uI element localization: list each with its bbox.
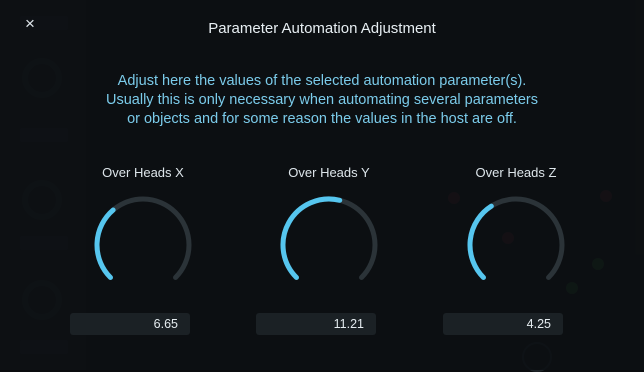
dialog-description: Adjust here the values of the selected a… — [60, 72, 584, 129]
description-line: Adjust here the values of the selected a… — [117, 73, 527, 89]
over-heads-x-value-field[interactable]: 6.65 — [70, 313, 190, 335]
dialog-title: Parameter Automation Adjustment — [208, 20, 436, 37]
description-line: or objects and for some reason the value… — [127, 111, 517, 127]
over-heads-x-knob[interactable] — [88, 190, 198, 300]
description-line: Usually this is only necessary when auto… — [106, 92, 538, 108]
knob-label: Over Heads Z — [475, 165, 557, 180]
knob-group-over-heads-y: Over Heads Y 11.21 — [249, 164, 409, 335]
dialog-title-bar: × Parameter Automation Adjustment — [0, 0, 644, 52]
parameter-automation-dialog: × Parameter Automation Adjustment Adjust… — [0, 0, 644, 370]
knob-label: Over Heads X — [102, 165, 184, 180]
knob-value-arc — [467, 203, 494, 281]
knob-value-arc — [94, 207, 116, 281]
knob-group-over-heads-x: Over Heads X 6.65 — [63, 164, 223, 335]
over-heads-z-value-field[interactable]: 4.25 — [443, 313, 563, 335]
over-heads-y-knob[interactable] — [274, 190, 384, 300]
knob-label: Over Heads Y — [288, 165, 370, 180]
over-heads-y-value-field[interactable]: 11.21 — [256, 313, 376, 335]
over-heads-z-knob[interactable] — [461, 190, 571, 300]
knob-group-over-heads-z: Over Heads Z 4.25 — [436, 164, 596, 335]
knob-value-arc — [280, 196, 343, 281]
